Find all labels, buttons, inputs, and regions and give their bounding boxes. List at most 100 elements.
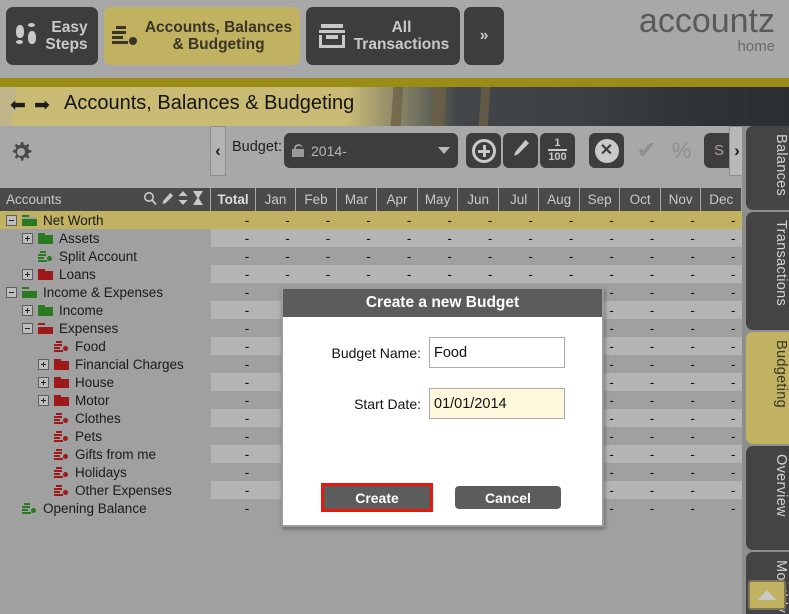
value-cell[interactable]: - [701,463,742,481]
column-header-jan[interactable]: Jan [255,188,297,211]
value-cell[interactable]: - [211,283,256,301]
value-cell[interactable]: - [210,337,256,355]
value-cell[interactable]: - [417,211,458,229]
column-header-mar[interactable]: Mar [336,188,378,211]
table-row[interactable]: Assets - - - - - - - - - - - - - [0,229,742,247]
account-cell[interactable]: Clothes [0,409,211,427]
value-cell[interactable]: - [457,211,499,229]
value-cell[interactable]: - [660,499,701,517]
value-cell[interactable]: - [619,373,661,391]
value-cell[interactable]: - [255,229,296,247]
value-cell[interactable]: - [538,265,580,283]
value-cell[interactable]: - [619,481,661,499]
column-header-nov[interactable]: Nov [660,188,702,211]
value-cell[interactable]: - [377,247,418,265]
table-row[interactable]: Net Worth - - - - - - - - - - - - - [0,211,742,229]
value-cell[interactable]: - [457,265,499,283]
value-cell[interactable]: - [417,247,458,265]
value-cell[interactable]: - [701,283,742,301]
value-cell[interactable]: - [211,319,256,337]
value-cell[interactable]: - [700,481,742,499]
value-cell[interactable]: - [296,247,337,265]
decimal-precision-button[interactable]: 1 100 [540,133,575,168]
column-header-feb[interactable]: Feb [295,188,337,211]
table-row[interactable]: Split Account - - - - - - - - - - - - - [0,247,742,265]
account-cell[interactable]: Split Account [0,247,211,265]
value-cell[interactable]: - [619,301,661,319]
value-cell[interactable]: - [700,337,742,355]
value-cell[interactable]: - [701,499,742,517]
value-cell[interactable]: - [620,463,661,481]
collapse-icon[interactable] [22,322,33,334]
value-cell[interactable]: - [498,265,539,283]
account-cell[interactable]: Food [0,337,211,355]
column-header-dec[interactable]: Dec [700,188,742,211]
collapse-icon[interactable] [6,286,17,298]
delete-budget-button[interactable]: ✕ [589,133,624,168]
value-cell[interactable]: - [579,247,620,265]
account-cell[interactable]: Pets [0,427,211,445]
edit-budget-button[interactable] [503,133,538,168]
account-cell[interactable]: Income & Expenses [0,283,211,301]
value-cell[interactable]: - [336,229,377,247]
value-cell[interactable]: - [458,247,499,265]
search-icon[interactable] [143,191,157,208]
value-cell[interactable]: - [660,337,701,355]
confirm-button[interactable]: ✔ [629,133,664,168]
accounts-column-header[interactable]: Accounts [0,188,212,211]
value-cell[interactable]: - [336,247,377,265]
value-cell[interactable]: - [700,265,742,283]
value-cell[interactable]: - [620,283,661,301]
value-cell[interactable]: - [210,265,256,283]
value-cell[interactable]: - [660,427,701,445]
value-cell[interactable]: - [620,427,661,445]
percent-button[interactable]: % [664,133,699,168]
value-cell[interactable]: - [660,211,701,229]
account-cell[interactable]: Income [0,301,211,319]
side-tab-balances[interactable]: Balances [746,126,789,210]
table-row[interactable]: Loans - - - - - - - - - - - - - [0,265,742,283]
value-cell[interactable]: - [701,391,742,409]
value-cell[interactable]: - [620,355,661,373]
column-header-jun[interactable]: Jun [457,188,499,211]
value-cell[interactable]: - [336,211,377,229]
cancel-button[interactable]: Cancel [455,486,561,509]
add-budget-button[interactable] [466,133,501,168]
value-cell[interactable]: - [700,409,742,427]
expand-icon[interactable] [22,268,33,280]
value-cell[interactable]: - [538,211,580,229]
value-cell[interactable]: - [701,319,742,337]
column-header-oct[interactable]: Oct [619,188,661,211]
collapse-left-chevron-icon[interactable]: ‹ [210,126,226,176]
value-cell[interactable]: - [210,373,256,391]
value-cell[interactable]: - [498,211,539,229]
value-cell[interactable]: - [660,373,701,391]
value-cell[interactable]: - [619,211,661,229]
value-cell[interactable]: - [539,247,580,265]
value-cell[interactable]: - [700,301,742,319]
value-cell[interactable]: - [619,229,661,247]
expand-icon[interactable] [22,232,33,244]
value-cell[interactable]: - [579,265,620,283]
expand-icon[interactable] [38,376,49,388]
value-cell[interactable]: - [295,211,337,229]
value-cell[interactable]: - [211,391,256,409]
value-cell[interactable]: - [701,247,742,265]
value-cell[interactable]: - [295,229,337,247]
value-cell[interactable]: - [538,229,580,247]
value-cell[interactable]: - [660,301,701,319]
value-cell[interactable]: - [417,265,458,283]
nav-button-more[interactable]: » [464,7,504,65]
gear-icon[interactable] [8,139,34,165]
budget-select[interactable]: 2014- [284,133,458,168]
nav-button-easy-steps[interactable]: Easy Steps [6,7,98,65]
account-cell[interactable]: Assets [0,229,211,247]
value-cell[interactable]: - [376,265,418,283]
account-cell[interactable]: Holidays [0,463,211,481]
value-cell[interactable]: - [660,319,701,337]
value-cell[interactable]: - [210,301,256,319]
scroll-up-button[interactable] [748,580,786,610]
value-cell[interactable]: - [211,463,256,481]
collapse-icon[interactable] [6,214,17,226]
value-cell[interactable]: - [660,265,701,283]
